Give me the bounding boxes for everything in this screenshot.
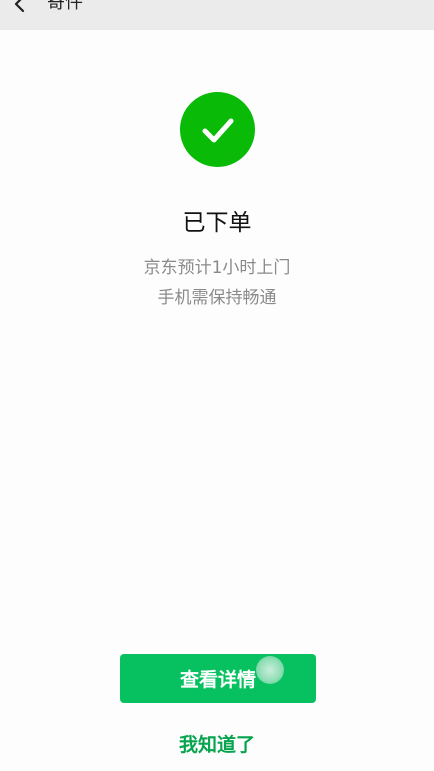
pickup-estimate-text: 京东预计1小时上门 [143,258,291,278]
acknowledge-button[interactable]: 我知道了 [0,731,434,759]
page-title: 寄件 [47,0,83,13]
back-button[interactable] [6,0,34,18]
chevron-left-icon [14,0,25,13]
phone-reminder-text: 手机需保持畅通 [157,288,277,308]
view-details-button[interactable]: 查看详情 [120,654,316,703]
checkmark-icon [202,118,233,142]
success-check-circle [180,92,255,167]
order-placed-screen: 寄件 已下单 京东预计1小时上门 手机需保持畅通 查看详情 我知道了 [0,0,434,771]
navigation-bar: 寄件 [0,0,434,30]
status-title: 已下单 [182,210,252,236]
touch-ripple-indicator [256,656,284,684]
